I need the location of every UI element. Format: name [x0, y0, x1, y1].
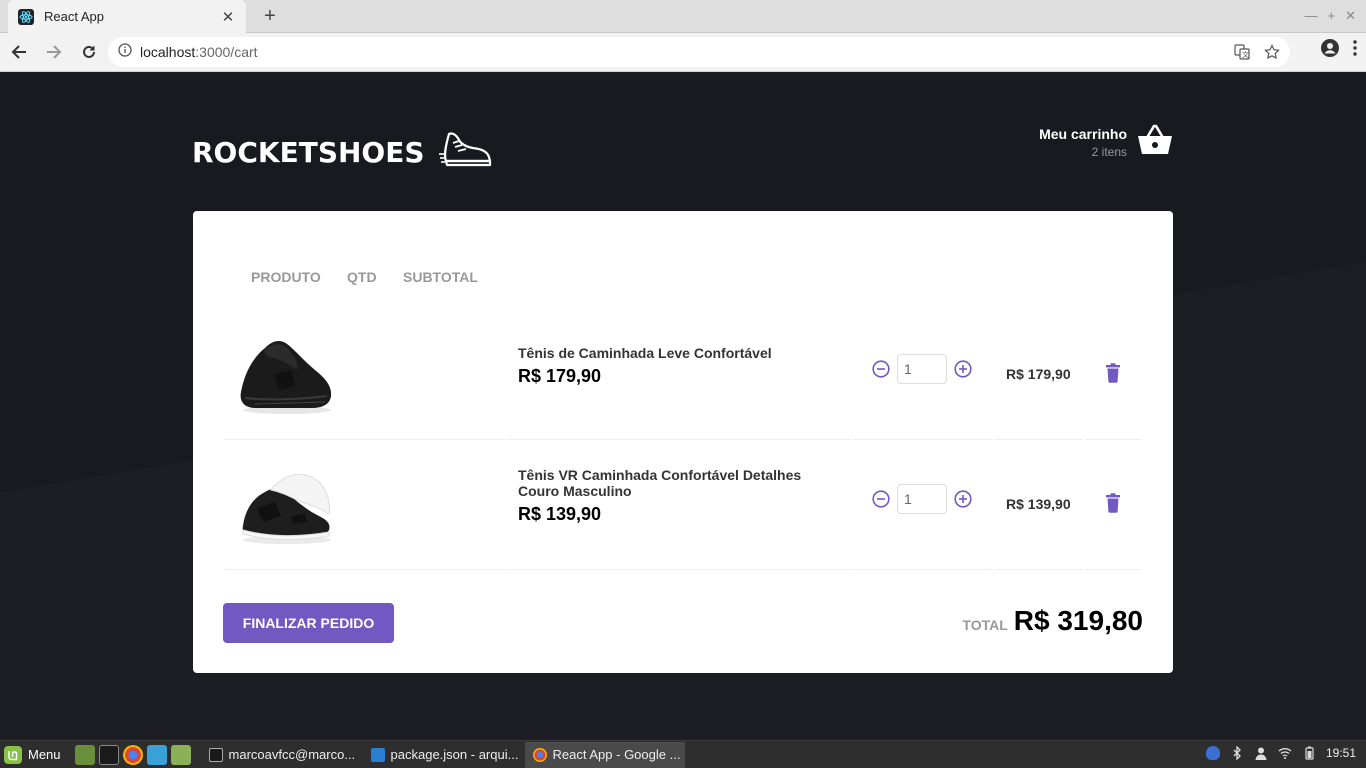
- user-icon[interactable]: [1254, 746, 1268, 760]
- sneaker-icon: [438, 130, 493, 175]
- address-bar[interactable]: localhost:3000/cart 文: [108, 37, 1290, 67]
- wifi-icon[interactable]: [1278, 746, 1292, 760]
- row-divider: [1085, 569, 1141, 570]
- url-host: localhost: [140, 44, 196, 60]
- col-subtotal: SUBTOTAL: [403, 269, 478, 285]
- quantity-stepper: [871, 354, 973, 384]
- maximize-icon[interactable]: +: [1328, 8, 1336, 24]
- total-label: TOTAL: [962, 617, 1008, 633]
- chrome-icon: [532, 747, 547, 762]
- task-label: React App - Google ...: [552, 747, 681, 762]
- increment-icon[interactable]: [953, 359, 973, 379]
- row-subtotal: R$ 139,90: [1006, 496, 1071, 512]
- cart-panel: PRODUTO QTD SUBTOTAL Tênis de Caminhada …: [193, 211, 1173, 673]
- delete-icon[interactable]: [1105, 493, 1121, 513]
- reload-icon[interactable]: [73, 36, 105, 68]
- forward-icon[interactable]: [38, 36, 70, 68]
- terminal-icon: [208, 747, 223, 762]
- show-desktop-icon[interactable]: [74, 744, 95, 765]
- brand-name: ROCKETSHOES: [192, 136, 425, 169]
- product-image: [235, 460, 335, 550]
- cart-summary: Meu carrinho 2 itens: [1039, 126, 1127, 159]
- window-controls: — + ✕: [1305, 8, 1357, 24]
- files-icon[interactable]: [170, 744, 191, 765]
- quantity-stepper: [871, 484, 973, 514]
- info-icon[interactable]: [118, 42, 132, 62]
- system-tray: 19:51: [1205, 745, 1356, 761]
- system-monitor-icon[interactable]: [146, 744, 167, 765]
- taskbar-item-chrome[interactable]: React App - Google ...: [524, 741, 685, 768]
- product-info: Tênis de Caminhada Leve Confortável R$ 1…: [518, 345, 838, 387]
- tab-title: React App: [44, 9, 104, 24]
- chrome-icon[interactable]: [122, 744, 143, 765]
- tab-close-icon[interactable]: ✕: [220, 8, 236, 26]
- window-close-icon[interactable]: ✕: [1345, 8, 1356, 24]
- taskbar-item-vscode[interactable]: package.json - arqui...: [363, 742, 523, 768]
- start-menu-button[interactable]: Menu: [0, 745, 61, 764]
- product-info: Tênis VR Caminhada Confortável Detalhes …: [518, 467, 838, 525]
- row-divider: [507, 569, 851, 570]
- bookmark-star-icon[interactable]: [1264, 44, 1280, 65]
- product-name: Tênis de Caminhada Leve Confortável: [518, 345, 772, 361]
- col-qty: QTD: [347, 269, 377, 285]
- table-header: PRODUTO QTD SUBTOTAL: [251, 269, 478, 285]
- task-label: marcoavfcc@marco...: [228, 747, 356, 762]
- vscode-icon: [370, 747, 385, 762]
- battery-icon[interactable]: [1302, 746, 1316, 760]
- os-taskbar: Menu marcoavfcc@marco... package.json - …: [0, 740, 1366, 768]
- cart-label: Meu carrinho: [1039, 126, 1127, 142]
- shield-icon[interactable]: [1205, 746, 1220, 760]
- quick-launch: [74, 744, 191, 765]
- checkout-button[interactable]: Finalizar pedido: [223, 603, 394, 643]
- browser-titlebar: React App ✕ + — + ✕: [0, 0, 1366, 33]
- browser-tab[interactable]: React App ✕: [8, 0, 246, 33]
- site-header: ROCKETSHOES Meu carrinho 2 itens: [192, 120, 1173, 170]
- menu-label: Menu: [28, 747, 61, 762]
- url-text: localhost:3000/cart: [140, 44, 258, 60]
- logo-link[interactable]: ROCKETSHOES: [192, 130, 493, 175]
- browser-toolbar: localhost:3000/cart 文: [0, 33, 1366, 72]
- product-image: [235, 330, 335, 420]
- product-price: R$ 179,90: [518, 366, 602, 386]
- decrement-icon[interactable]: [871, 359, 891, 379]
- profile-icon[interactable]: [1320, 38, 1340, 63]
- terminal-icon[interactable]: [98, 744, 119, 765]
- cart-row: Tênis de Caminhada Leve Confortável R$ 1…: [225, 310, 1141, 440]
- quantity-input[interactable]: [897, 354, 947, 384]
- row-subtotal: R$ 179,90: [1006, 366, 1071, 382]
- cart-row: Tênis VR Caminhada Confortável Detalhes …: [225, 440, 1141, 570]
- mint-logo-icon: [4, 745, 22, 764]
- shopping-basket-icon: [1137, 124, 1173, 161]
- svg-text:文: 文: [1242, 50, 1249, 59]
- translate-icon[interactable]: 文: [1234, 44, 1250, 65]
- increment-icon[interactable]: [953, 489, 973, 509]
- back-icon[interactable]: [3, 36, 35, 68]
- minimize-icon[interactable]: —: [1305, 8, 1318, 24]
- row-divider: [994, 569, 1082, 570]
- menu-dots-icon[interactable]: [1352, 39, 1358, 62]
- task-label: package.json - arqui...: [390, 747, 519, 762]
- react-icon: [18, 8, 34, 25]
- row-divider: [225, 569, 505, 570]
- cart-total: TOTAL R$ 319,80: [962, 605, 1143, 637]
- url-path: :3000/cart: [195, 44, 258, 60]
- decrement-icon[interactable]: [871, 489, 891, 509]
- cart-count: 2 itens: [1091, 145, 1127, 159]
- new-tab-button[interactable]: +: [258, 5, 282, 29]
- col-product: PRODUTO: [251, 269, 321, 285]
- bluetooth-icon[interactable]: [1230, 745, 1244, 761]
- quantity-input[interactable]: [897, 484, 947, 514]
- page-content: ROCKETSHOES Meu carrinho 2 itens PRODUTO…: [0, 72, 1366, 740]
- total-value: R$ 319,80: [1013, 605, 1143, 636]
- product-name: Tênis VR Caminhada Confortável Detalhes …: [518, 467, 802, 499]
- delete-icon[interactable]: [1105, 363, 1121, 383]
- row-divider: [853, 569, 991, 570]
- cart-link[interactable]: Meu carrinho 2 itens: [1039, 124, 1173, 161]
- clock: 19:51: [1325, 746, 1356, 760]
- taskbar-item-terminal[interactable]: marcoavfcc@marco...: [201, 742, 361, 768]
- product-price: R$ 139,90: [518, 504, 602, 524]
